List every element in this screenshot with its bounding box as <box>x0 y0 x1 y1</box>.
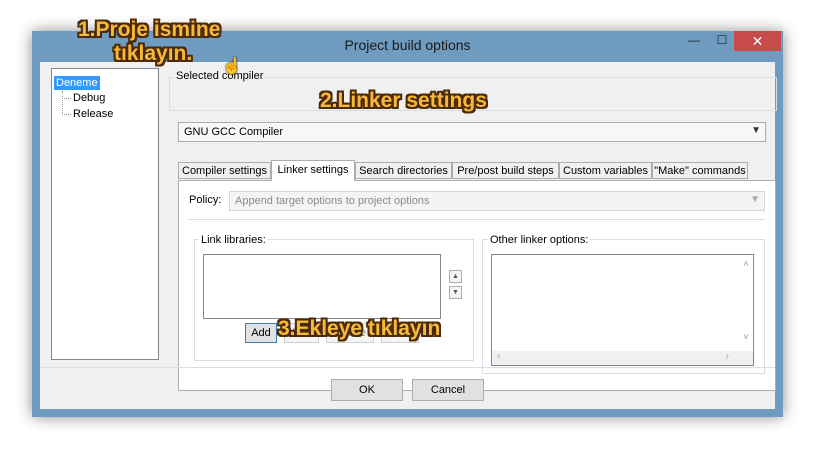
tab-custom-variables[interactable]: Custom variables <box>559 162 652 179</box>
add-library-button[interactable]: Add <box>245 323 277 343</box>
tab-make-commands[interactable]: "Make" commands <box>652 162 748 179</box>
move-up-icon[interactable]: ▲ <box>449 270 462 283</box>
annotation-step-1-line-1: 1.Proje ismine <box>78 18 221 41</box>
link-libraries-label: Link libraries: <box>199 234 268 246</box>
policy-label: Policy: <box>187 194 224 206</box>
scroll-left-icon[interactable]: ‹ <box>497 351 500 362</box>
dialog-client-area: Deneme Debug Release Selected compiler G… <box>40 62 777 409</box>
tree-item-release[interactable]: Release <box>71 107 115 121</box>
cancel-button[interactable]: Cancel <box>412 379 484 401</box>
scroll-up-icon[interactable]: ˄ <box>743 259 749 270</box>
minimize-icon[interactable]: — <box>680 31 708 51</box>
close-icon[interactable]: ✕ <box>734 31 781 51</box>
tree-item-debug[interactable]: Debug <box>71 91 107 105</box>
tree-item-deneme[interactable]: Deneme <box>54 76 100 90</box>
tab-compiler-settings[interactable]: Compiler settings <box>178 162 271 179</box>
scroll-right-icon[interactable]: › <box>726 351 729 362</box>
tab-search-directories[interactable]: Search directories <box>355 162 452 179</box>
ok-button[interactable]: OK <box>331 379 403 401</box>
linker-settings-panel: Policy: Append target options to project… <box>178 180 776 391</box>
other-linker-options-label: Other linker options: <box>488 234 591 246</box>
compiler-select[interactable]: GNU GCC Compiler ▼ <box>178 122 766 142</box>
move-down-icon[interactable]: ▼ <box>449 286 462 299</box>
annotation-step-1-line-2: tıklayın. <box>114 42 193 65</box>
footer-divider <box>40 367 775 368</box>
other-linker-options-textarea[interactable]: ˄ ˅ ‹ › <box>491 254 754 366</box>
tab-pre-post-build-steps[interactable]: Pre/post build steps <box>452 162 559 179</box>
annotation-step-3: 3.Ekleye tıklayın <box>278 317 441 340</box>
compiler-select-value: GNU GCC Compiler <box>184 126 284 138</box>
selected-compiler-label: Selected compiler <box>174 70 266 82</box>
tree-connector <box>62 91 63 115</box>
tree-connector <box>62 114 71 115</box>
horizontal-scrollbar[interactable]: ‹ › <box>492 351 753 365</box>
scroll-down-icon[interactable]: ˅ <box>743 332 749 343</box>
link-libraries-list[interactable] <box>203 254 441 319</box>
chevron-down-icon: ▼ <box>751 125 761 136</box>
chevron-down-icon: ▼ <box>750 194 760 205</box>
policy-select[interactable]: Append target options to project options… <box>229 191 765 211</box>
policy-select-value: Append target options to project options <box>235 195 430 207</box>
tree-connector <box>62 98 71 99</box>
annotation-step-2: 2.Linker settings <box>320 89 487 112</box>
tab-linker-settings[interactable]: Linker settings <box>271 160 355 181</box>
project-tree[interactable]: Deneme Debug Release <box>51 68 159 360</box>
maximize-icon[interactable]: ☐ <box>708 31 736 51</box>
divider <box>189 219 765 220</box>
hand-cursor-icon: ☝ <box>222 58 242 75</box>
